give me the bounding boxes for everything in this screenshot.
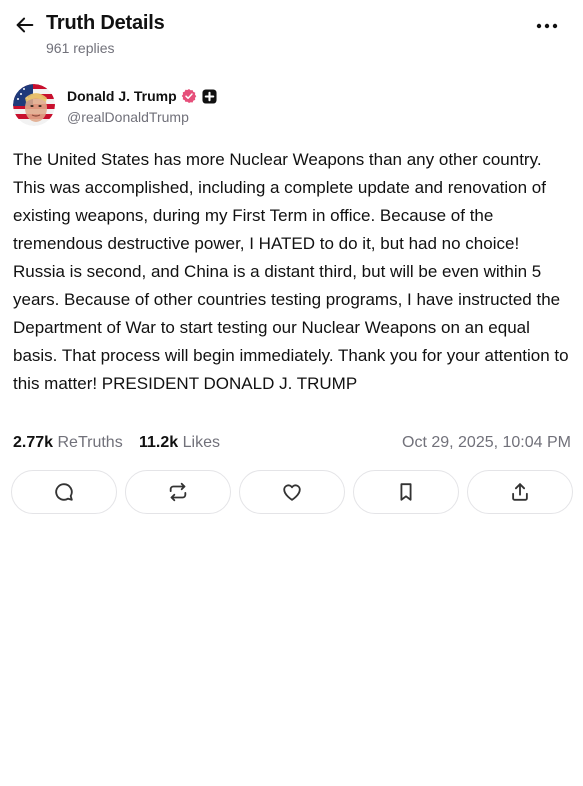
likes-stat[interactable]: 11.2k Likes xyxy=(139,434,220,452)
post-actions xyxy=(11,470,573,514)
bookmark-icon xyxy=(400,483,412,501)
retruth-icon xyxy=(169,482,187,502)
more-horizontal-icon xyxy=(536,23,558,29)
share-button[interactable] xyxy=(467,470,573,514)
retruths-count: 2.77k xyxy=(13,434,54,451)
avatar-image xyxy=(13,84,55,126)
share-icon xyxy=(512,483,528,501)
heart-icon xyxy=(283,484,301,501)
likes-count: 11.2k xyxy=(139,434,179,451)
avatar[interactable] xyxy=(13,84,55,126)
post-body: The United States has more Nuclear Weapo… xyxy=(13,150,569,393)
post-author: Donald J. Trump @realDonaldTrump xyxy=(13,84,313,128)
retruths-label: ReTruths xyxy=(57,434,123,451)
back-button[interactable] xyxy=(12,12,38,38)
like-button[interactable] xyxy=(239,470,345,514)
bookmark-button[interactable] xyxy=(353,470,459,514)
reply-icon xyxy=(55,483,73,501)
reply-button[interactable] xyxy=(11,470,117,514)
page-title: Truth Details xyxy=(46,12,165,34)
replies-count: 961 replies xyxy=(46,40,115,56)
plus-badge-icon xyxy=(202,88,217,104)
top-bar: Truth Details 961 replies xyxy=(0,0,583,70)
more-options-button[interactable] xyxy=(531,14,563,38)
author-name-row: Donald J. Trump xyxy=(67,88,217,104)
likes-label: Likes xyxy=(182,434,220,451)
verified-badge-icon xyxy=(181,88,197,104)
retruths-stat[interactable]: 2.77k ReTruths xyxy=(13,434,123,452)
post-stats: 2.77k ReTruths 11.2k Likes Oct 29, 2025,… xyxy=(13,434,573,456)
post-timestamp: Oct 29, 2025, 10:04 PM xyxy=(402,434,571,451)
arrow-left-icon xyxy=(16,17,34,33)
retruth-button[interactable] xyxy=(125,470,231,514)
author-handle[interactable]: @realDonaldTrump xyxy=(67,109,189,125)
author-name[interactable]: Donald J. Trump xyxy=(67,88,177,104)
